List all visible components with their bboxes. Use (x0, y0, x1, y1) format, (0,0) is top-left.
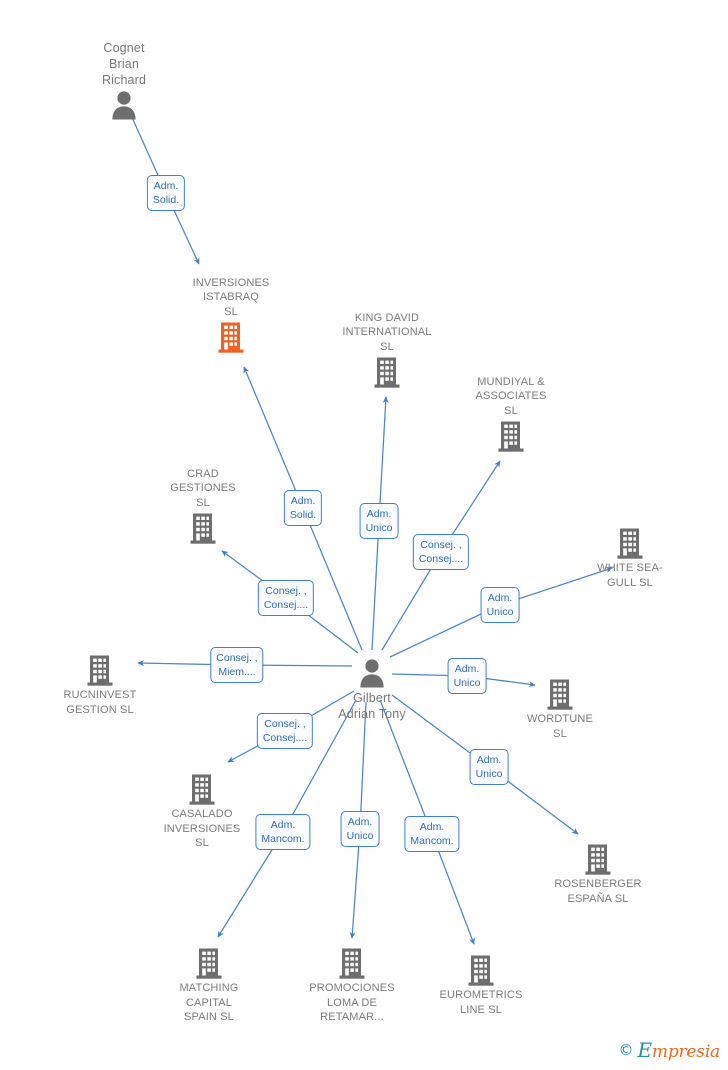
person-icon (307, 658, 437, 688)
graph-node-rosenberger[interactable]: ROSENBERGER ESPAÑA SL (533, 843, 663, 906)
building-icon (322, 356, 452, 388)
building-icon (287, 947, 417, 979)
graph-node-label: Cognet Brian Richard (101, 40, 147, 87)
graph-node-label: KING DAVID INTERNATIONAL SL (342, 311, 432, 353)
graph-node-label: WHITE SEA- GULL SL (597, 562, 663, 589)
edge-label-gilbert-to-matching[interactable]: Adm. Mancom. (255, 814, 311, 850)
graph-node-whitesea[interactable]: WHITE SEA- GULL SL (565, 527, 695, 590)
edge-label-cognet-to-istabraq[interactable]: Adm. Solid. (146, 175, 186, 211)
graph-node-rucninvest[interactable]: RUCNINVEST GESTION SL (35, 654, 165, 717)
edge-label-gilbert-to-casalado[interactable]: Consej. , Consej.... (256, 713, 314, 749)
building-icon (144, 947, 274, 979)
graph-node-kingdavid[interactable]: KING DAVID INTERNATIONAL SL (322, 311, 452, 389)
graph-node-eurometrics[interactable]: EUROMETRICS LINE SL (416, 954, 546, 1017)
relationship-graph-canvas: Cognet Brian Richard INVERSIONES ISTABRAQ… (0, 0, 728, 1070)
empresia-logo-rest: mpresia (651, 1042, 720, 1062)
graph-node-label: RUCNINVEST GESTION SL (63, 689, 137, 716)
building-icon (446, 420, 576, 452)
graph-node-label: PROMOCIONES LOMA DE RETAMAR... (309, 982, 395, 1023)
graph-node-label: INVERSIONES ISTABRAQ SL (192, 276, 270, 318)
edge-label-gilbert-to-crad[interactable]: Consej. , Consej.... (257, 580, 315, 616)
empresia-logo-initial: E (637, 1038, 653, 1062)
edge-label-gilbert-to-kingdavid[interactable]: Adm. Unico (359, 503, 399, 539)
edge-label-gilbert-to-rosenberger[interactable]: Adm. Unico (469, 749, 509, 785)
building-icon (166, 321, 296, 353)
edge-label-gilbert-to-whitesea[interactable]: Adm. Unico (480, 587, 520, 623)
building-icon (565, 527, 695, 559)
graph-node-casalado[interactable]: CASALADO INVERSIONES SL (137, 773, 267, 851)
edge-segment-source (302, 507, 363, 651)
building-icon (416, 954, 546, 986)
edge-segment-source (371, 520, 380, 651)
graph-node-mundiyal[interactable]: MUNDIYAL & ASSOCIATES SL (446, 375, 576, 453)
building-icon (533, 843, 663, 875)
edge-label-gilbert-to-istabraq[interactable]: Adm. Solid. (283, 490, 323, 526)
graph-node-gilbert[interactable]: Gilbert Adrian Tony (307, 658, 437, 722)
graph-node-cognet[interactable]: Cognet Brian Richard (59, 40, 189, 120)
empresia-logo: Empresia (638, 1038, 721, 1062)
graph-node-label: ROSENBERGER ESPAÑA SL (554, 878, 642, 905)
building-icon (137, 773, 267, 805)
graph-node-label: CRAD GESTIONES SL (170, 467, 236, 509)
graph-node-matching[interactable]: MATCHING CAPITAL SPAIN SL (144, 947, 274, 1025)
building-icon (138, 512, 268, 544)
edge-label-gilbert-to-promociones[interactable]: Adm. Unico (340, 811, 380, 847)
building-icon (35, 654, 165, 686)
empresia-watermark[interactable]: © Empresia (619, 1038, 721, 1062)
building-icon (495, 678, 625, 710)
graph-node-label: MATCHING CAPITAL SPAIN SL (179, 982, 239, 1023)
graph-node-istabraq[interactable]: INVERSIONES ISTABRAQ SL (166, 276, 296, 354)
person-icon (59, 90, 189, 120)
graph-node-label: MUNDIYAL & ASSOCIATES SL (475, 375, 547, 417)
edge-label-gilbert-to-wordtune[interactable]: Adm. Unico (447, 658, 487, 694)
graph-node-label: WORDTUNE SL (527, 713, 593, 740)
edge-label-gilbert-to-eurometrics[interactable]: Adm. Mancom. (404, 816, 460, 852)
edge-label-gilbert-to-mundiyal[interactable]: Consej. , Consej.... (412, 534, 470, 570)
edge-label-gilbert-to-rucninvest[interactable]: Consej. , Miem.... (210, 647, 264, 683)
graph-node-label: CASALADO INVERSIONES SL (163, 808, 241, 849)
graph-node-label: EUROMETRICS LINE SL (439, 989, 523, 1016)
graph-node-wordtune[interactable]: WORDTUNE SL (495, 678, 625, 741)
graph-node-crad[interactable]: CRAD GESTIONES SL (138, 467, 268, 545)
graph-node-promociones[interactable]: PROMOCIONES LOMA DE RETAMAR... (287, 947, 417, 1025)
copyright-icon: © (618, 1041, 634, 1059)
graph-node-label: Gilbert Adrian Tony (338, 691, 406, 721)
